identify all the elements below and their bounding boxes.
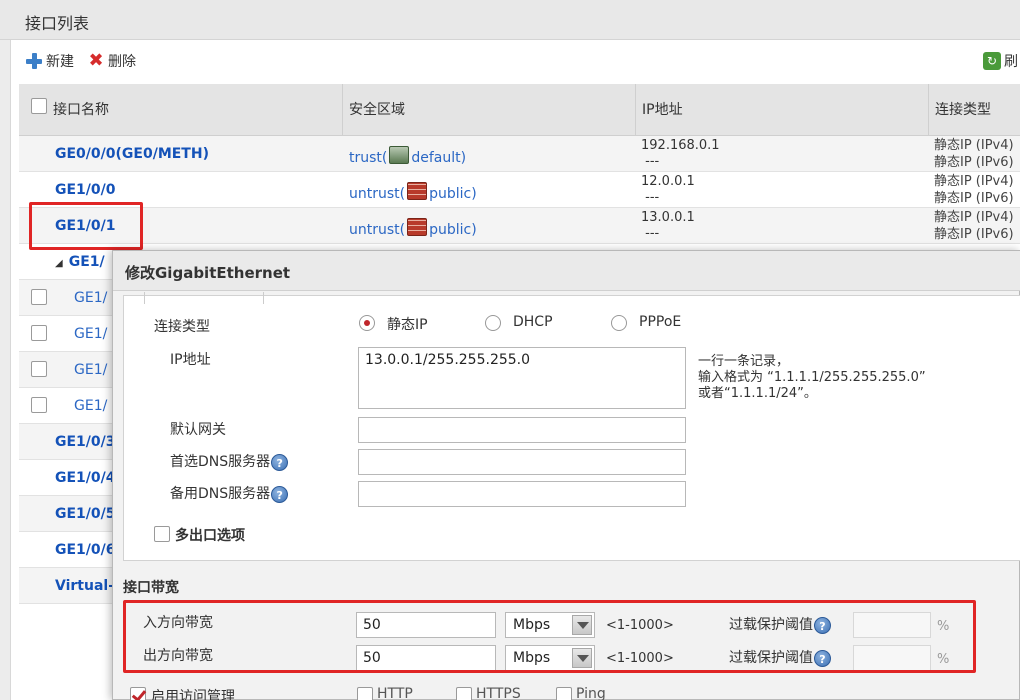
http-checkbox[interactable]: [357, 687, 373, 700]
radio-dhcp-label[interactable]: DHCP: [513, 314, 553, 330]
table-row[interactable]: GE1/0/0 untrust( public) 12.0.0.1 --- 静态I…: [19, 172, 1020, 208]
add-icon: [25, 52, 43, 70]
hint-line: 或者“1.1.1.1/24”。: [698, 386, 817, 401]
interface-name-link[interactable]: GE1/: [74, 290, 107, 306]
ip-format-hint: 一行一条记录， 输入格式为 “1.1.1.1/255.255.255.0” 或者…: [698, 354, 926, 402]
zone-suffix: public): [429, 222, 477, 238]
table-header: 接口名称 安全区域 IP地址 连接类型: [19, 84, 1020, 136]
radio-static-ip-label[interactable]: 静态IP: [387, 314, 428, 334]
http-label[interactable]: HTTP: [377, 686, 413, 700]
collapse-triangle-icon[interactable]: ◢: [55, 258, 63, 269]
col-header-ip[interactable]: IP地址: [635, 84, 683, 136]
interface-name-link[interactable]: GE1/0/6: [55, 542, 116, 558]
zone-prefix: untrust(: [349, 186, 406, 202]
radio-pppoe-label[interactable]: PPPoE: [639, 314, 681, 330]
zone-prefix: trust(: [349, 150, 388, 166]
dns2-label-text: 备用DNS服务器: [170, 486, 271, 502]
col-header-name[interactable]: 接口名称: [47, 84, 109, 136]
ip-address-textarea[interactable]: 13.0.0.1/255.255.255.0: [358, 347, 686, 409]
toolbar: 新建 ✖ 删除 ↻ 刷: [11, 40, 1020, 80]
https-checkbox[interactable]: [456, 687, 472, 700]
refresh-button[interactable]: ↻ 刷: [983, 50, 1018, 72]
panel-header: 接口列表: [0, 0, 1020, 40]
row-checkbox[interactable]: [31, 289, 47, 305]
access-mgmt-label[interactable]: 启用访问管理: [151, 686, 235, 700]
conn-type-cell: 静态IP (IPv4) 静态IP (IPv6): [934, 174, 1014, 206]
highlight-box-bandwidth: [123, 600, 976, 673]
conn-type-cell: 静态IP (IPv4) 静态IP (IPv6): [934, 210, 1014, 242]
interface-name-link[interactable]: ◢ GE1/: [55, 254, 105, 270]
delete-icon: ✖: [88, 50, 104, 71]
interface-name-link[interactable]: GE1/0/4: [55, 470, 116, 486]
panel-title: 接口列表: [25, 14, 90, 33]
https-label[interactable]: HTTPS: [476, 686, 521, 700]
dialog-titlebar[interactable]: 修改GigabitEthernet: [113, 251, 1020, 291]
zone-prefix: untrust(: [349, 222, 406, 238]
col-header-zone[interactable]: 安全区域: [342, 84, 405, 136]
new-label: 新建: [46, 54, 74, 70]
gateway-input[interactable]: [358, 417, 686, 443]
zone-link[interactable]: trust( default): [349, 146, 466, 166]
untrust-zone-icon: [407, 182, 428, 200]
interface-name-link[interactable]: GE1/: [74, 398, 107, 414]
delete-button[interactable]: ✖ 删除: [87, 50, 136, 72]
ip-address-label: IP地址: [170, 352, 211, 368]
zone-link[interactable]: untrust( public): [349, 182, 477, 202]
ip-cell: 192.168.0.1 ---: [641, 138, 720, 169]
dns2-input[interactable]: [358, 481, 686, 507]
ping-label[interactable]: Ping: [576, 686, 606, 700]
ping-checkbox[interactable]: [556, 687, 572, 700]
dns1-input[interactable]: [358, 449, 686, 475]
dns1-label: 首选DNS服务器?: [170, 451, 289, 471]
select-all-checkbox[interactable]: [31, 98, 47, 114]
radio-static-ip[interactable]: [359, 315, 375, 331]
zone-suffix: public): [429, 186, 477, 202]
table-row[interactable]: GE1/0/1 untrust(public) 13.0.0.1 --- 静态I…: [19, 208, 1020, 244]
delete-label: 删除: [108, 54, 136, 70]
refresh-label: 刷: [1004, 54, 1018, 70]
conn-type-label: 连接类型: [154, 319, 210, 335]
dns2-label: 备用DNS服务器?: [170, 483, 289, 503]
radio-dhcp[interactable]: [485, 315, 501, 331]
zone-link[interactable]: untrust( public): [349, 218, 477, 238]
multi-exit-checkbox[interactable]: [154, 526, 170, 542]
interface-name-link[interactable]: GE0/0/0(GE0/METH): [55, 146, 209, 162]
interface-name: GE1/: [68, 254, 105, 270]
tab-strip: [144, 292, 264, 304]
refresh-icon: ↻: [983, 52, 1001, 70]
row-checkbox[interactable]: [31, 397, 47, 413]
col-header-type[interactable]: 连接类型: [928, 84, 991, 136]
row-checkbox[interactable]: [31, 361, 47, 377]
conn-type-cell: 静态IP (IPv4) 静态IP (IPv6): [934, 138, 1014, 170]
interface-name-link[interactable]: GE1/0/5: [55, 506, 116, 522]
ip-cell: 13.0.0.1 ---: [641, 210, 695, 241]
ipv4-settings-panel: 连接类型 静态IP DHCP PPPoE IP地址 13.0.0.1/255.2…: [123, 292, 1020, 561]
hint-line: 一行一条记录，: [698, 354, 790, 369]
untrust-zone-icon: [407, 218, 428, 236]
interface-name-link[interactable]: GE1/: [74, 362, 107, 378]
bandwidth-section-title: 接口带宽: [123, 580, 179, 596]
gateway-label: 默认网关: [170, 422, 226, 438]
interface-name-link[interactable]: GE1/: [74, 326, 107, 342]
dialog-title: 修改GigabitEthernet: [125, 264, 291, 282]
interface-name-link[interactable]: Virtual-: [55, 578, 114, 594]
radio-pppoe[interactable]: [611, 315, 627, 331]
hint-line: 输入格式为 “1.1.1.1/255.255.255.0”: [698, 370, 926, 385]
access-mgmt-checkbox[interactable]: [130, 687, 146, 700]
ip-cell: 12.0.0.1 ---: [641, 174, 695, 205]
multi-exit-label[interactable]: 多出口选项: [175, 525, 245, 545]
dns1-label-text: 首选DNS服务器: [170, 454, 271, 470]
help-icon[interactable]: ?: [271, 485, 289, 503]
interface-name-link[interactable]: GE1/0/3: [55, 434, 116, 450]
new-button[interactable]: 新建: [25, 50, 74, 72]
table-row[interactable]: GE0/0/0(GE0/METH) trust( default) 192.168…: [19, 136, 1020, 172]
interface-name-link[interactable]: GE1/0/0: [55, 182, 116, 198]
highlight-box-interface: [29, 202, 143, 250]
zone-suffix: default): [411, 150, 467, 166]
row-checkbox[interactable]: [31, 325, 47, 341]
help-icon[interactable]: ?: [271, 453, 289, 471]
trust-zone-icon: [389, 146, 410, 164]
